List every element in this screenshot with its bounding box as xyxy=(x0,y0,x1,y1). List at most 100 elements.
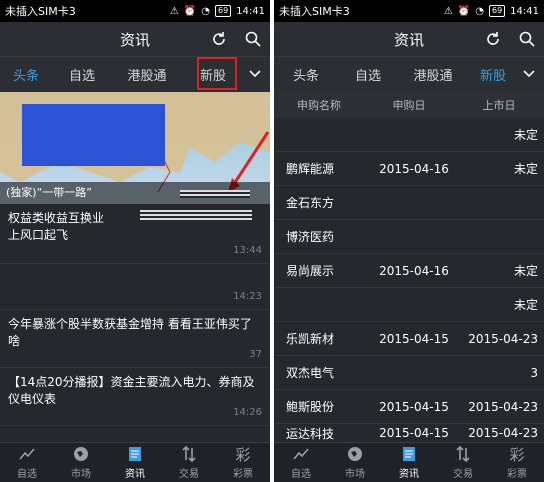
highlight-box xyxy=(197,57,237,90)
exchange-arrows-icon xyxy=(456,445,470,463)
stock-name: 乐凯新材 xyxy=(286,332,335,346)
news-item[interactable]: 14:23 xyxy=(0,264,270,310)
chevron-down-icon[interactable] xyxy=(248,67,262,81)
status-bar: 未插入SIM卡3 ⚠ ⏰ ◔ 69 14:41 xyxy=(274,0,544,22)
apply-date: 2015-04-16 xyxy=(379,161,449,176)
bottom-tab-label: 彩票 xyxy=(233,469,253,480)
news-time: 14:23 xyxy=(233,291,262,302)
news-item[interactable]: 【14点20分播报】资金主要流入电力、券商及仪电仪表 14:26 xyxy=(0,368,270,426)
table-row[interactable]: 未定 xyxy=(274,288,544,322)
page-title: 资讯 xyxy=(393,30,424,49)
bottom-tab-label: 市场 xyxy=(345,469,365,480)
col-header-list-date: 上市日 xyxy=(482,99,516,112)
table-row[interactable]: 未定 xyxy=(274,118,544,152)
bottom-tab-market[interactable]: 市场 xyxy=(328,443,382,482)
bottom-tab-watchlist[interactable]: 自选 xyxy=(274,443,328,482)
tab-headlines[interactable]: 头条 xyxy=(274,65,338,84)
document-icon xyxy=(129,447,141,461)
app-header: 资讯 xyxy=(0,22,270,56)
bottom-tab-lottery[interactable]: 彩 彩票 xyxy=(490,443,544,482)
search-icon[interactable] xyxy=(518,30,536,48)
battery-icon: 69 xyxy=(488,5,506,17)
clock-time: 14:41 xyxy=(236,5,265,17)
stock-name: 金石东方 xyxy=(286,196,335,210)
bottom-tab-label: 市场 xyxy=(71,469,91,480)
tab-headlines[interactable]: 头条 xyxy=(0,65,52,84)
clock-time: 14:41 xyxy=(510,5,539,17)
table-row[interactable]: 鲍斯股份 2015-04-15 2015-04-23 xyxy=(274,390,544,424)
stock-name: 博济医药 xyxy=(286,230,335,244)
col-header-name: 申购名称 xyxy=(297,99,341,112)
table-row[interactable]: 博济医药 xyxy=(274,220,544,254)
chevron-down-icon[interactable] xyxy=(522,67,536,81)
bottom-tab-trade[interactable]: 交易 xyxy=(436,443,490,482)
table-row[interactable]: 鹏辉能源 2015-04-16 未定 xyxy=(274,152,544,186)
left-screen: 未插入SIM卡3 ⚠ ⏰ ◔ 69 14:41 资讯 头条 自选 港股通 新股 xyxy=(0,0,270,482)
globe-icon xyxy=(74,447,88,461)
redacted-block xyxy=(22,104,165,166)
stock-name: 鹏辉能源 xyxy=(286,162,335,176)
table-row[interactable]: 金石东方 xyxy=(274,186,544,220)
tab-watchlist[interactable]: 自选 xyxy=(52,65,112,84)
list-date: 2015-04-23 xyxy=(468,331,538,346)
chart-line-icon xyxy=(293,448,309,460)
status-icons: ⚠ ⏰ ◔ 69 14:41 xyxy=(444,5,539,17)
app-header: 资讯 xyxy=(274,22,544,56)
chart-line-icon xyxy=(19,448,35,460)
lottery-icon: 彩 xyxy=(235,445,251,464)
news-time: 13:44 xyxy=(233,245,262,256)
page-title: 资讯 xyxy=(119,30,150,49)
list-date: 未定 xyxy=(513,298,538,312)
status-bar: 未插入SIM卡3 ⚠ ⏰ ◔ 69 14:41 xyxy=(0,0,270,22)
stock-name: 鲍斯股份 xyxy=(286,400,335,414)
tab-hk-connect[interactable]: 港股通 xyxy=(398,65,468,84)
apply-date: 2015-04-15 xyxy=(379,331,449,346)
news-banner[interactable]: (独家)“一带一路” xyxy=(0,92,270,204)
list-date: 3 xyxy=(530,365,538,380)
apply-date: 2015-04-15 xyxy=(379,426,449,440)
ipo-table-header: 申购名称 申购日 上市日 xyxy=(274,92,544,118)
bottom-tab-trade[interactable]: 交易 xyxy=(162,443,216,482)
tab-hk-connect[interactable]: 港股通 xyxy=(112,65,182,84)
refresh-icon[interactable] xyxy=(210,30,228,48)
table-row[interactable]: 运达科技 2015-04-15 2015-04-23 xyxy=(274,424,544,442)
bottom-tab-news[interactable]: 资讯 xyxy=(108,443,162,482)
table-row[interactable]: 双杰电气 3 xyxy=(274,356,544,390)
exchange-arrows-icon xyxy=(182,445,196,463)
wifi-icon: ◔ xyxy=(475,5,484,17)
news-tabs: 头条 自选 港股通 新股 xyxy=(274,56,544,92)
right-screen: 未插入SIM卡3 ⚠ ⏰ ◔ 69 14:41 资讯 头条 自选 港股通 新股 … xyxy=(274,0,544,482)
alarm-icon: ⏰ xyxy=(183,5,197,17)
table-row[interactable]: 乐凯新材 2015-04-15 2015-04-23 xyxy=(274,322,544,356)
col-header-apply-date: 申购日 xyxy=(392,99,426,112)
bottom-tab-news[interactable]: 资讯 xyxy=(382,443,436,482)
carrier-label: 未插入SIM卡3 xyxy=(5,5,76,18)
bottom-tab-lottery[interactable]: 彩 彩票 xyxy=(216,443,270,482)
news-time: 37 xyxy=(249,349,262,360)
bottom-tab-market[interactable]: 市场 xyxy=(54,443,108,482)
news-title: 今年暴涨个股半数获基金增持 看看王亚伟买了啥 xyxy=(8,317,252,348)
bottom-tab-watchlist[interactable]: 自选 xyxy=(0,443,54,482)
wifi-icon: ◔ xyxy=(201,5,210,17)
bottom-tab-label: 资讯 xyxy=(125,469,145,480)
stock-name: 双杰电气 xyxy=(286,366,335,380)
table-row[interactable]: 易尚展示 2015-04-16 未定 xyxy=(274,254,544,288)
refresh-icon[interactable] xyxy=(484,30,502,48)
news-title: 【14点20分播报】资金主要流入电力、券商及仪电仪表 xyxy=(8,375,255,406)
tab-watchlist[interactable]: 自选 xyxy=(338,65,398,84)
notification-icon: ⚠ xyxy=(443,5,453,17)
list-date: 未定 xyxy=(513,128,538,142)
stock-name: 易尚展示 xyxy=(286,264,335,278)
apply-date: 2015-04-16 xyxy=(379,263,449,278)
list-date: 未定 xyxy=(513,264,538,278)
list-date: 未定 xyxy=(513,162,538,176)
globe-icon xyxy=(348,447,362,461)
tab-new-stocks[interactable]: 新股 xyxy=(468,65,518,84)
bottom-tab-label: 彩票 xyxy=(507,469,527,480)
notification-icon: ⚠ xyxy=(169,5,179,17)
battery-icon: 69 xyxy=(214,5,232,17)
news-item[interactable]: 今年暴涨个股半数获基金增持 看看王亚伟买了啥 37 xyxy=(0,310,270,368)
search-icon[interactable] xyxy=(244,30,262,48)
apply-date: 2015-04-15 xyxy=(379,399,449,414)
bottom-tab-label: 资讯 xyxy=(399,469,419,480)
